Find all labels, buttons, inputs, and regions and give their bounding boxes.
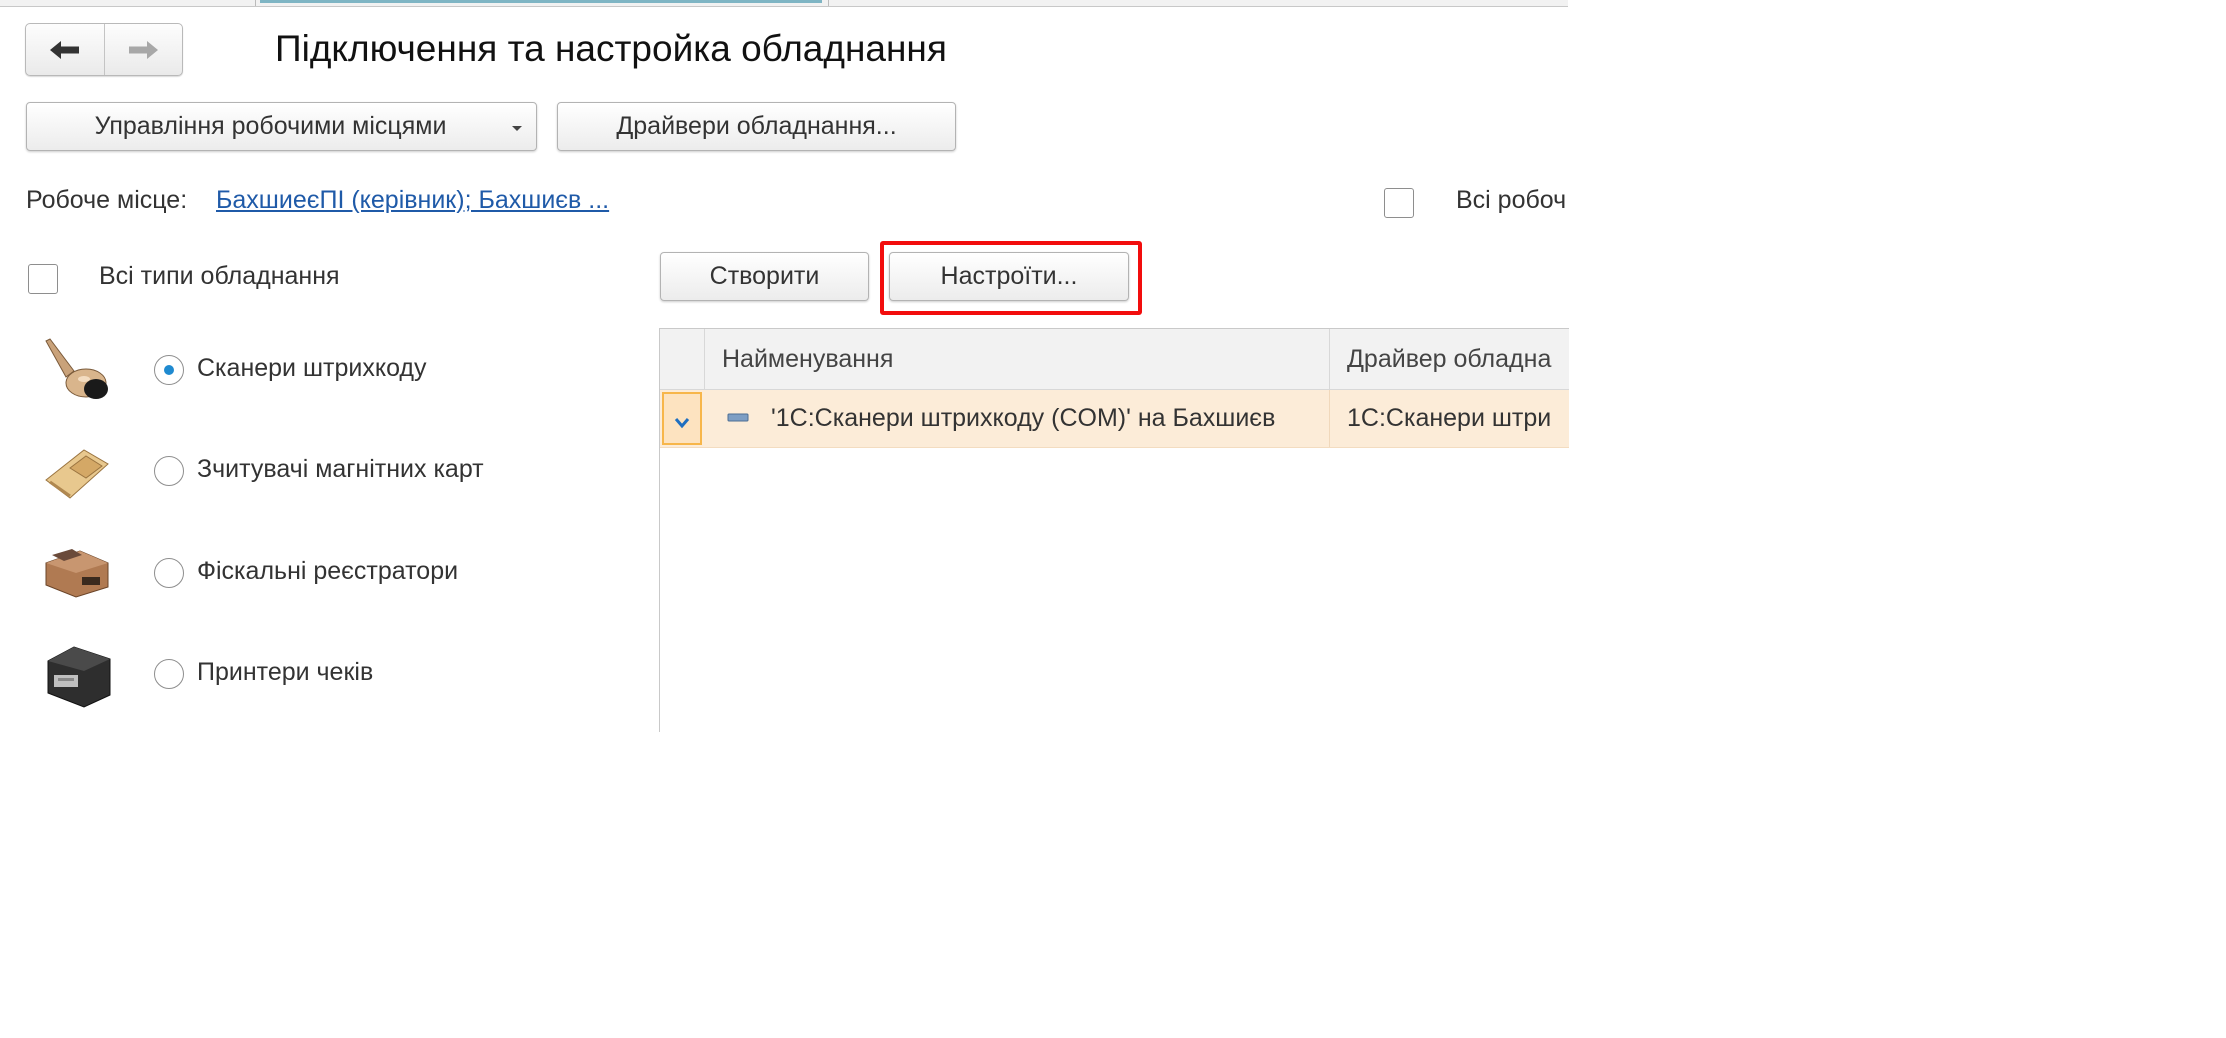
arrow-right-icon [129, 40, 159, 59]
create-button[interactable]: Створити [660, 252, 869, 301]
radio-fiscal-registrars[interactable] [154, 558, 184, 588]
column-separator [704, 329, 705, 389]
workplace-label: Робоче місце: [26, 186, 188, 214]
workplaces-menu-button[interactable]: Управління робочими місцями [26, 102, 537, 151]
device-type-label: Принтери чеків [197, 658, 374, 686]
all-workplaces-checkbox[interactable] [1384, 188, 1414, 218]
fiscal-registrar-icon [45, 549, 109, 598]
table-header: Найменування Драйвер обладна [660, 329, 1569, 390]
back-button[interactable] [26, 24, 104, 75]
highlight-frame [880, 241, 1142, 315]
navigation-buttons [25, 23, 183, 76]
barcode-scanner-icon [45, 338, 108, 399]
all-equipment-types-checkbox[interactable] [28, 264, 58, 294]
column-separator [1329, 390, 1330, 447]
chevron-down-icon [512, 126, 522, 131]
column-separator [1329, 329, 1330, 389]
cell-name: '1С:Сканери штрихкоду (COM)' на Бахшиєв [771, 404, 1276, 432]
receipt-printer-icon [47, 646, 111, 708]
magnetic-card-reader-icon [45, 449, 109, 499]
drivers-button-label: Драйвери обладнання... [616, 112, 897, 140]
window-tab-strip [0, 0, 1568, 7]
radio-barcode-scanners[interactable] [154, 355, 184, 385]
device-type-label: Сканери штрихкоду [197, 354, 427, 382]
all-workplaces-label: Всі робоч [1456, 186, 1567, 214]
drivers-button[interactable]: Драйвери обладнання... [557, 102, 956, 151]
table-row[interactable]: '1С:Сканери штрихкоду (COM)' на Бахшиєв … [660, 390, 1569, 448]
workplace-link[interactable]: БахшиеєПІ (керівник); Бахшиєв ... [216, 186, 609, 215]
all-equipment-types-label: Всі типи обладнання [99, 262, 340, 290]
column-header-name[interactable]: Найменування [722, 329, 893, 389]
chevron-down-icon [674, 417, 690, 428]
device-type-label: Зчитувачі магнітних карт [197, 455, 484, 483]
cell-driver: 1С:Сканери штри [1347, 404, 1552, 432]
workplaces-menu-label: Управління робочими місцями [94, 112, 447, 140]
arrow-left-icon [49, 40, 79, 59]
create-button-label: Створити [709, 262, 820, 290]
equipment-table[interactable]: Найменування Драйвер обладна '1С:Сканери… [659, 328, 1569, 732]
device-type-label: Фіскальні реєстратори [197, 557, 459, 585]
column-header-driver[interactable]: Драйвер обладна [1347, 329, 1551, 389]
tab-separator [828, 0, 829, 6]
tab-separator [255, 0, 256, 6]
device-item-icon [727, 413, 749, 422]
row-selector[interactable] [662, 392, 702, 445]
radio-magnetic-card-readers[interactable] [154, 456, 184, 486]
radio-receipt-printers[interactable] [154, 659, 184, 689]
forward-button[interactable] [103, 24, 183, 75]
page-title: Підключення та настройка обладнання [275, 28, 947, 69]
active-tab-indicator[interactable] [260, 0, 822, 3]
